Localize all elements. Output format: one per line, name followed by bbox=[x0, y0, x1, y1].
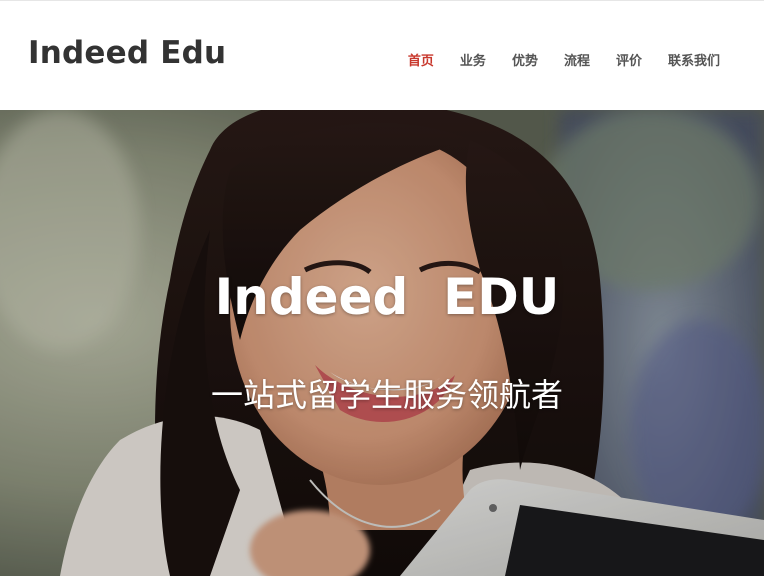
hero-banner: Indeed EDU 一站式留学生服务领航者 bbox=[0, 110, 764, 576]
main-nav: 首页 业务 优势 流程 评价 联系我们 bbox=[382, 50, 720, 69]
navbar: Indeed Edu 首页 业务 优势 流程 评价 联系我们 bbox=[0, 1, 764, 110]
brand-logo-text[interactable]: Indeed Edu bbox=[28, 35, 226, 71]
nav-item-reviews[interactable]: 评价 bbox=[616, 50, 642, 69]
hero-subtitle: 一站式留学生服务领航者 bbox=[210, 376, 563, 414]
nav-item-home[interactable]: 首页 bbox=[408, 50, 434, 69]
nav-item-process[interactable]: 流程 bbox=[564, 50, 590, 69]
hero-overlay bbox=[0, 110, 764, 576]
nav-item-services[interactable]: 业务 bbox=[460, 50, 486, 69]
nav-item-advantages[interactable]: 优势 bbox=[512, 50, 538, 69]
nav-item-contact[interactable]: 联系我们 bbox=[668, 50, 720, 69]
hero-title: Indeed EDU bbox=[214, 268, 560, 326]
